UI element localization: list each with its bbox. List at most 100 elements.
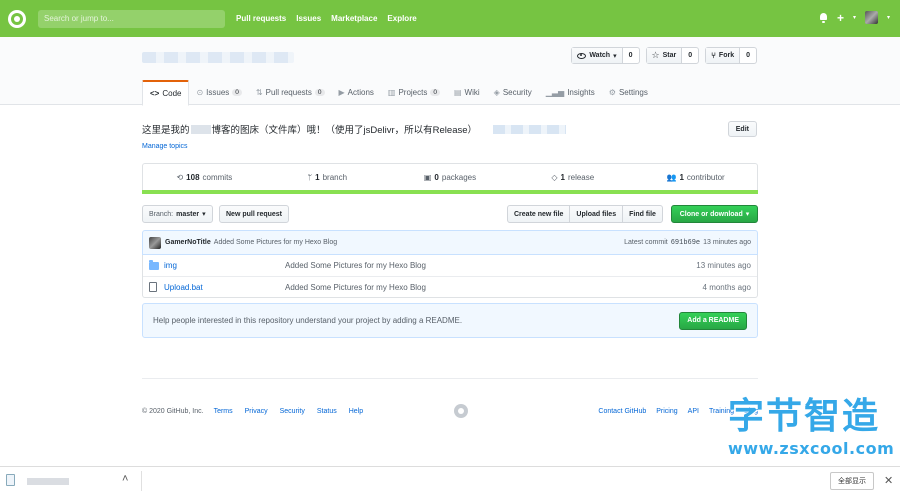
release-summary[interactable]: ◇ 1 release (511, 173, 634, 182)
watch-button-group[interactable]: Watch ▾ 0 (571, 47, 640, 64)
latest-commit: GamerNoTitle Added Some Pictures for my … (142, 230, 758, 255)
chevron-down-icon[interactable]: ▾ (853, 14, 856, 21)
watermark-title: 字节智造 (728, 396, 881, 437)
commit-message[interactable]: Added Some Pictures for my Hexo Blog (214, 239, 337, 246)
website-link-redacted[interactable] (493, 125, 566, 134)
site-footer: © 2020 GitHub, Inc. Terms Privacy Securi… (142, 404, 758, 418)
nav-marketplace[interactable]: Marketplace (331, 14, 377, 23)
file-row: Upload.bat Added Some Pictures for my He… (143, 276, 757, 297)
find-file-button[interactable]: Find file (622, 205, 663, 223)
language-bar[interactable] (142, 190, 758, 194)
repo-title-redacted[interactable] (142, 52, 294, 63)
branch-select-button[interactable]: Branch: master ▾ (142, 205, 213, 223)
tab-code[interactable]: <> Code (142, 80, 190, 106)
commit-age: 13 minutes ago (703, 238, 751, 246)
commit-author[interactable]: GamerNoTitle (165, 239, 211, 246)
tab-settings[interactable]: ⚙ Settings (602, 80, 655, 105)
file-list: img Added Some Pictures for my Hexo Blog… (142, 255, 758, 298)
search-input[interactable] (38, 9, 225, 28)
plus-icon[interactable]: + (837, 12, 844, 24)
tab-wiki[interactable]: ▤ Wiki (447, 80, 487, 105)
tab-label: Projects (398, 88, 428, 97)
watch-button[interactable]: Watch ▾ (572, 48, 623, 63)
tab-actions[interactable]: ▶ Actions (332, 80, 381, 105)
footer-link-privacy[interactable]: Privacy (245, 408, 268, 415)
watch-count[interactable]: 0 (623, 48, 639, 63)
repo-nav: <> Code ⊙ Issues 0 ⇅ Pull requests 0 ▶ A… (142, 80, 655, 106)
file-commit-message[interactable]: Added Some Pictures for my Hexo Blog (285, 283, 703, 292)
branch-name: master (176, 210, 200, 218)
eye-icon (577, 52, 587, 59)
manage-topics-link[interactable]: Manage topics (142, 143, 188, 150)
description-text-end: 博客的图床（文件库）哦！（使用了jsDelivr，所以有Release） (211, 125, 478, 136)
close-icon[interactable]: ✕ (884, 474, 893, 487)
nav-issues[interactable]: Issues (296, 14, 321, 23)
file-commit-message[interactable]: Added Some Pictures for my Hexo Blog (285, 261, 696, 270)
fork-button[interactable]: ⑂ Fork (706, 48, 741, 63)
show-all-downloads-button[interactable]: 全部显示 (830, 472, 874, 490)
clone-download-button[interactable]: Clone or download ▾ (671, 205, 758, 223)
repo-actions: Watch ▾ 0 ☆ Star 0 ⑂ Fork 0 (571, 47, 757, 64)
repo-description: 这里是我的 博客的图床（文件库）哦！（使用了jsDelivr，所以有Releas… (142, 122, 477, 136)
package-icon: ▣ (423, 172, 432, 182)
watermark-url: www.zsxcool.com (728, 439, 895, 458)
add-readme-button[interactable]: Add a README (679, 311, 747, 330)
star-label: Star (662, 52, 677, 59)
tab-projects[interactable]: ▥ Projects 0 (381, 80, 447, 105)
branch-prefix: Branch: (149, 210, 174, 218)
github-logo-icon[interactable] (8, 9, 26, 28)
tab-label: Pull requests (265, 88, 312, 97)
footer-link-help[interactable]: Help (349, 408, 363, 415)
watch-label: Watch (589, 52, 611, 59)
footer-link-contact[interactable]: Contact GitHub (598, 408, 646, 415)
book-icon: ▤ (453, 88, 462, 97)
footer-link-pricing[interactable]: Pricing (656, 408, 677, 415)
chevron-up-icon[interactable]: ˄ (122, 473, 128, 485)
clone-label: Clone or download (679, 210, 743, 218)
commits-label: commits (202, 172, 233, 182)
footer-link-status[interactable]: Status (317, 408, 337, 415)
file-name-link[interactable]: img (164, 261, 285, 270)
fork-button-group[interactable]: ⑂ Fork 0 (705, 47, 757, 64)
bell-icon[interactable] (819, 12, 828, 23)
tab-security[interactable]: ◈ Security (487, 80, 539, 105)
tab-label: Actions (347, 88, 374, 97)
file-name-link[interactable]: Upload.bat (164, 283, 285, 292)
repo-header: Watch ▾ 0 ☆ Star 0 ⑂ Fork 0 <> Code ⊙ Is… (0, 37, 900, 106)
contributors-label: contributor (686, 172, 725, 182)
tab-label: Security (502, 88, 532, 97)
star-count[interactable]: 0 (682, 48, 698, 63)
contributors-summary[interactable]: 👥 1 contributor (634, 173, 757, 182)
commit-meta: Latest commit 691b69e 13 minutes ago (624, 239, 751, 247)
file-actions: Create new file Upload files Find file (507, 205, 663, 223)
create-new-file-button[interactable]: Create new file (507, 205, 571, 223)
nav-pull-requests[interactable]: Pull requests (236, 14, 286, 23)
commit-sha[interactable]: 691b69e (671, 239, 700, 247)
description-text-start: 这里是我的 (142, 125, 190, 136)
fork-count[interactable]: 0 (740, 48, 756, 63)
nav-explore[interactable]: Explore (387, 14, 416, 23)
github-mark-icon[interactable] (454, 404, 468, 418)
chevron-down-icon[interactable]: ▾ (887, 14, 890, 21)
download-item-redacted[interactable] (27, 478, 69, 485)
upload-files-button[interactable]: Upload files (569, 205, 624, 223)
tab-pull-requests[interactable]: ⇅ Pull requests 0 (249, 80, 332, 105)
new-pull-request-button[interactable]: New pull request (219, 205, 290, 223)
tab-issues[interactable]: ⊙ Issues 0 (189, 80, 248, 105)
footer-link-api[interactable]: API (688, 408, 699, 415)
code-icon: <> (150, 89, 160, 98)
packages-summary[interactable]: ▣ 0 packages (389, 173, 512, 182)
star-button[interactable]: ☆ Star (646, 48, 683, 63)
global-header: Pull requests Issues Marketplace Explore… (0, 0, 900, 37)
tab-insights[interactable]: ▁▃▅ Insights (539, 80, 602, 105)
footer-link-terms[interactable]: Terms (214, 408, 233, 415)
avatar[interactable] (864, 11, 878, 24)
edit-description-button[interactable]: Edit (727, 121, 757, 137)
avatar[interactable] (149, 236, 161, 249)
global-nav: Pull requests Issues Marketplace Explore (236, 14, 417, 23)
star-button-group[interactable]: ☆ Star 0 (645, 47, 700, 64)
branch-summary[interactable]: ᛘ 1 branch (266, 173, 389, 182)
commits-summary[interactable]: ⟲ 108 commits (143, 173, 266, 182)
redacted-text (190, 124, 211, 134)
footer-link-security[interactable]: Security (280, 408, 305, 415)
